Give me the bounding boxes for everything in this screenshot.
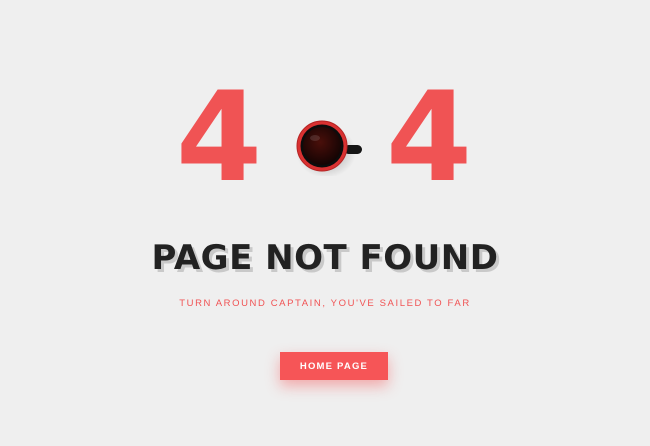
- page-subtitle: TURN AROUND CAPTAIN, YOU'VE SAILED TO FA…: [179, 298, 471, 309]
- error-page: 4 4 PAGE NOT FOUND TURN AROUND CAPTAIN, …: [0, 0, 650, 446]
- page-title: PAGE NOT FOUND: [151, 238, 499, 278]
- error-digit-right: 4: [385, 66, 472, 210]
- coffee-cup-icon: [290, 116, 370, 176]
- error-digit-left: 4: [175, 66, 262, 210]
- error-code: 4 4: [0, 66, 650, 210]
- home-page-button[interactable]: HOME PAGE: [280, 352, 388, 380]
